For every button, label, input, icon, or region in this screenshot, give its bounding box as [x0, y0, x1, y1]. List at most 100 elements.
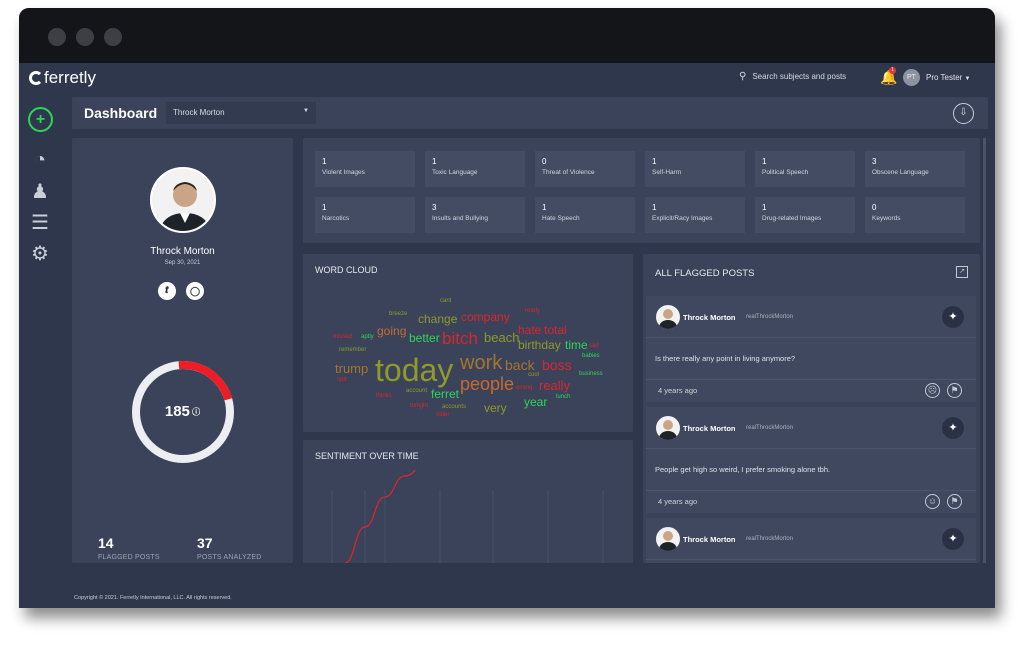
word-cloud-word[interactable]: beach — [484, 331, 519, 344]
word-cloud-word[interactable]: tonight — [410, 403, 428, 409]
subject-select[interactable]: Throck Morton ▼ — [166, 102, 316, 124]
category-label: Violent Images — [322, 169, 365, 176]
category-tile[interactable]: 1 Toxic Language — [425, 151, 525, 187]
gear-icon[interactable]: ⚙ — [28, 243, 52, 265]
dashboard-gauge-icon[interactable]: ◔ — [28, 149, 52, 171]
user-icon[interactable]: ♟ — [28, 181, 52, 203]
window-minimize-button[interactable] — [76, 28, 94, 46]
category-count: 1 — [652, 157, 657, 166]
word-cloud-word[interactable]: ferret — [431, 388, 459, 400]
category-tile[interactable]: 3 Obscene Language — [865, 151, 965, 187]
category-tile[interactable]: 1 Narcotics — [315, 197, 415, 233]
profile-photo — [150, 167, 216, 233]
word-cloud-word[interactable]: lunch — [556, 394, 570, 400]
word-cloud-word[interactable]: babies — [582, 353, 600, 359]
word-cloud-word[interactable]: cant — [440, 298, 451, 304]
word-cloud-word[interactable]: missed — [333, 334, 352, 340]
category-count: 1 — [652, 203, 657, 212]
download-button[interactable]: ⇩ — [953, 103, 974, 124]
word-cloud-word[interactable]: birthday — [518, 339, 561, 351]
logo-text: ferretly — [44, 68, 96, 87]
word-cloud-word[interactable]: spit — [337, 377, 346, 383]
word-cloud-word[interactable]: bitch — [442, 330, 478, 347]
word-cloud-word[interactable]: hate — [518, 324, 541, 336]
word-cloud-word[interactable]: boss — [542, 358, 572, 372]
instagram-icon[interactable]: ◯ — [186, 282, 204, 300]
word-cloud-word[interactable]: very — [484, 402, 507, 414]
page-scrollbar[interactable] — [983, 138, 986, 563]
flagged-post[interactable]: Is there really any point in living anym… — [646, 296, 976, 402]
word-cloud-word[interactable]: aptly — [361, 334, 374, 340]
word-cloud-word[interactable]: sad — [589, 343, 599, 349]
category-tile[interactable]: 1 Explicit/Racy Images — [645, 197, 745, 233]
word-cloud-panel: WORD CLOUD cant breeze change company ready g… — [303, 254, 633, 432]
word-cloud-word[interactable]: cool — [528, 372, 539, 378]
search-box[interactable]: ⚲ Search subjects and posts — [739, 71, 846, 82]
flag-icon[interactable]: ⚑ — [947, 383, 962, 398]
word-cloud-word[interactable]: account — [406, 388, 427, 394]
flag-icon[interactable]: ⚑ — [947, 494, 962, 509]
flagged-post[interactable]: People get high so weird, I prefer smoki… — [646, 407, 976, 513]
window-maximize-button[interactable] — [104, 28, 122, 46]
word-cloud-word[interactable]: people — [460, 375, 514, 393]
twitter-icon[interactable]: 𝒕 — [158, 282, 176, 300]
category-tile[interactable]: 1 Hate Speech — [535, 197, 635, 233]
ferretly-logo[interactable]: ferretly — [29, 68, 96, 88]
category-tile[interactable]: 0 Threat of Violence — [535, 151, 635, 187]
user-menu[interactable]: Pro Tester ▼ — [926, 73, 971, 82]
word-cloud-word[interactable]: business — [579, 371, 603, 377]
user-avatar[interactable]: PT — [903, 69, 920, 86]
category-tile[interactable]: 1 Drug-related Images — [755, 197, 855, 233]
post-text: People get high so weird, I prefer smoki… — [646, 449, 976, 491]
analyzed-label: POSTS ANALYZED — [197, 554, 262, 561]
twitter-icon[interactable]: ✦ — [942, 417, 964, 439]
category-tile[interactable]: 0 Keywords — [865, 197, 965, 233]
category-label: Narcotics — [322, 215, 350, 222]
category-tile[interactable]: 1 Self-Harm — [645, 151, 745, 187]
word-cloud-word[interactable]: change — [418, 313, 457, 325]
neutral-face-icon[interactable]: ☺ — [925, 494, 940, 509]
word-cloud-word[interactable]: ready — [525, 308, 540, 314]
category-label: Threat of Violence — [542, 169, 595, 176]
expand-icon[interactable]: ↗ — [956, 266, 968, 278]
category-tile[interactable]: 3 Insults and Bullying — [425, 197, 525, 233]
word-cloud-word[interactable]: accounts — [442, 404, 466, 410]
word-cloud-word[interactable]: wrong — [516, 385, 532, 391]
word-cloud-word[interactable]: work — [460, 353, 502, 373]
word-cloud-word[interactable]: company — [461, 311, 510, 323]
sad-face-icon[interactable]: ☹ — [925, 383, 940, 398]
word-cloud-word[interactable]: back — [505, 358, 535, 372]
category-tile[interactable]: 1 Political Speech — [755, 151, 855, 187]
word-cloud-word[interactable]: breeze — [389, 311, 407, 317]
word-cloud-word[interactable]: total — [544, 324, 567, 336]
word-cloud-word[interactable]: older — [436, 412, 449, 418]
word-cloud-word[interactable]: really — [539, 379, 570, 392]
word-cloud-word[interactable]: thinks — [376, 393, 392, 399]
search-placeholder: Search subjects and posts — [752, 72, 847, 81]
twitter-icon[interactable]: ✦ — [942, 306, 964, 328]
word-cloud-word[interactable]: better — [409, 332, 440, 344]
word-cloud-word[interactable]: trump — [335, 362, 368, 375]
category-label: Self-Harm — [652, 169, 682, 176]
category-label: Hate Speech — [542, 215, 580, 222]
post-text — [646, 560, 976, 563]
category-tile[interactable]: 1 Violent Images — [315, 151, 415, 187]
category-label: Drug-related Images — [762, 215, 822, 222]
post-handle: realThrockMorton — [746, 314, 794, 320]
post-handle: realThrockMorton — [746, 425, 794, 431]
list-icon[interactable]: ☰ — [28, 212, 52, 234]
browser-window: ferretly ⚲ Search subjects and posts 🔔 1 … — [19, 8, 995, 608]
twitter-icon[interactable]: ✦ — [942, 528, 964, 550]
help-icon[interactable]: ⓘ — [190, 408, 200, 417]
category-label: Keywords — [872, 215, 901, 222]
word-cloud-word[interactable]: year — [524, 396, 547, 408]
word-cloud-word[interactable]: today — [375, 354, 453, 386]
word-cloud-word[interactable]: going — [377, 325, 406, 337]
window-close-button[interactable] — [48, 28, 66, 46]
category-count: 1 — [542, 203, 547, 212]
word-cloud-word[interactable]: time — [565, 339, 588, 351]
post-author: Throck Morton — [683, 313, 736, 322]
flagged-post[interactable]: Throck Morton realThrockMorton ✦ — [646, 518, 976, 563]
add-subject-button[interactable]: + — [28, 107, 53, 132]
word-cloud-word[interactable]: remember — [339, 347, 366, 353]
